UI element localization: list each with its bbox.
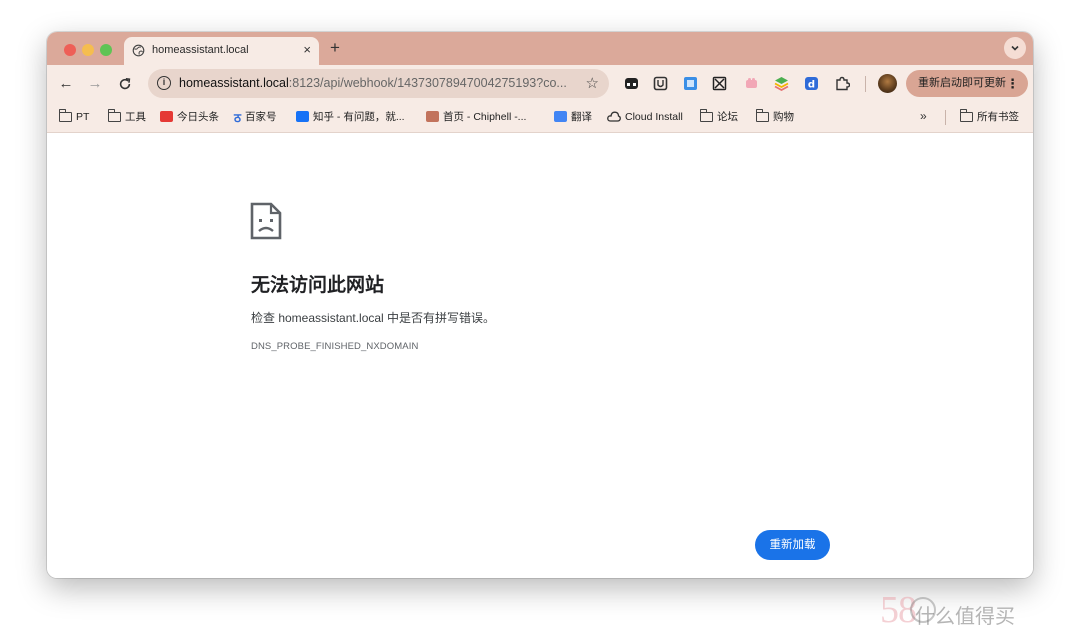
more-bookmarks-icon[interactable]: »	[920, 109, 927, 123]
sad-document-icon	[250, 202, 282, 240]
bookmark-baijiahao[interactable]: ठ 百家号	[234, 110, 276, 126]
reload-button[interactable]	[115, 74, 135, 94]
bookmark-cloud-install[interactable]: Cloud Install	[607, 110, 683, 126]
bookmark-translate[interactable]: 翻译	[554, 110, 592, 126]
active-tab[interactable]: homeassistant.local ×	[124, 37, 319, 65]
watermark-text: 什么值得买	[915, 606, 1015, 628]
cloud-icon	[607, 111, 621, 122]
bookmark-label: 今日头条	[177, 111, 219, 123]
bookmark-label: 翻译	[571, 111, 592, 123]
bookmarks-divider	[945, 110, 946, 125]
bookmark-pt[interactable]: PT	[59, 109, 90, 126]
bookmark-shopping[interactable]: 购物	[756, 109, 794, 126]
bookmark-chiphell[interactable]: 首页 - Chiphell -...	[426, 110, 526, 126]
toutiao-icon	[160, 111, 173, 122]
window-close-button[interactable]	[64, 44, 76, 56]
bookmark-tools[interactable]: 工具	[108, 109, 146, 126]
chevron-down-icon	[1011, 45, 1019, 51]
chiphell-icon	[426, 111, 439, 122]
folder-icon	[960, 109, 973, 122]
info-icon[interactable]: i	[157, 76, 171, 90]
extensions-puzzle-icon[interactable]	[835, 76, 851, 91]
page-content: 无法访问此网站 检查 homeassistant.local 中是否有拼写错误。…	[47, 133, 1033, 578]
bookmark-label: 知乎 - 有问题，就...	[313, 111, 405, 123]
extension-pink-icon[interactable]	[744, 76, 759, 91]
error-title: 无法访问此网站	[251, 275, 385, 296]
extension-layers-icon[interactable]	[774, 76, 789, 92]
toolbar: ← → i homeassistant.local:8123/api/webho…	[47, 65, 1033, 102]
bookmark-zhihu[interactable]: 知乎 - 有问题，就...	[296, 110, 405, 126]
toolbar-divider	[865, 76, 866, 92]
menu-dots-icon[interactable]: ⋮	[1006, 70, 1019, 97]
update-button[interactable]: 重新启动即可更新 ⋮	[906, 70, 1028, 97]
screen: homeassistant.local × + ← → i homeassist…	[0, 0, 1080, 641]
window-maximize-button[interactable]	[100, 44, 112, 56]
tab-search-button[interactable]	[1004, 37, 1026, 59]
bookmark-label: Cloud Install	[625, 111, 683, 123]
tab-strip: homeassistant.local × +	[47, 32, 1033, 65]
browser-window: homeassistant.local × + ← → i homeassist…	[47, 32, 1033, 578]
bookmark-toutiao[interactable]: 今日头条	[160, 110, 219, 126]
error-description: 检查 homeassistant.local 中是否有拼写错误。	[251, 311, 496, 325]
extension-blue-icon[interactable]	[683, 76, 698, 91]
all-bookmarks[interactable]: 所有书签	[960, 109, 1019, 126]
reload-icon	[119, 77, 131, 90]
extension-d-icon[interactable]: d	[804, 76, 819, 91]
folder-icon	[756, 109, 769, 122]
forward-button[interactable]: →	[85, 74, 105, 94]
url-host: homeassistant.local	[179, 76, 289, 90]
watermark: 58 什么值得买	[880, 588, 1080, 638]
folder-icon	[59, 109, 72, 122]
globe-icon	[132, 44, 145, 57]
profile-avatar[interactable]	[878, 74, 897, 93]
tab-close-icon[interactable]: ×	[303, 42, 311, 58]
baijiahao-icon: ठ	[234, 111, 241, 125]
window-minimize-button[interactable]	[82, 44, 94, 56]
translate-icon	[554, 111, 567, 122]
extension-1-icon[interactable]	[624, 76, 639, 91]
address-bar[interactable]: i homeassistant.local:8123/api/webhook/1…	[148, 69, 609, 98]
reload-page-button[interactable]: 重新加载	[755, 530, 830, 560]
shield-icon[interactable]	[653, 76, 668, 91]
bookmark-label: 百家号	[244, 111, 277, 123]
bookmark-star-icon[interactable]: ☆	[586, 74, 599, 92]
bookmark-label: 购物	[773, 111, 794, 123]
svg-text:d: d	[808, 80, 815, 91]
error-code: DNS_PROBE_FINISHED_NXDOMAIN	[251, 341, 419, 352]
tab-title: homeassistant.local	[152, 44, 249, 56]
folder-icon	[700, 109, 713, 122]
new-tab-button[interactable]: +	[330, 38, 340, 58]
folder-icon	[108, 109, 121, 122]
bookmark-label: PT	[76, 111, 90, 123]
url-text[interactable]: homeassistant.local:8123/api/webhook/143…	[179, 76, 571, 90]
zhihu-icon	[296, 111, 309, 122]
bookmark-label: 首页 - Chiphell -...	[443, 111, 527, 123]
bookmark-forum[interactable]: 论坛	[700, 109, 738, 126]
bookmark-label: 工具	[125, 111, 146, 123]
bookmark-label: 论坛	[717, 111, 738, 123]
update-button-label: 重新启动即可更新	[918, 77, 1006, 89]
screenshot-tool-icon[interactable]	[712, 76, 727, 91]
bookmark-label: 所有书签	[977, 111, 1019, 123]
bookmarks-bar: PT 工具 今日头条 ठ 百家号 知乎 - 有问题，就... 首页 - Chiph…	[47, 102, 1033, 133]
url-path: :8123/api/webhook/14373078947004275193?c…	[288, 76, 567, 90]
back-button[interactable]: ←	[56, 74, 76, 94]
